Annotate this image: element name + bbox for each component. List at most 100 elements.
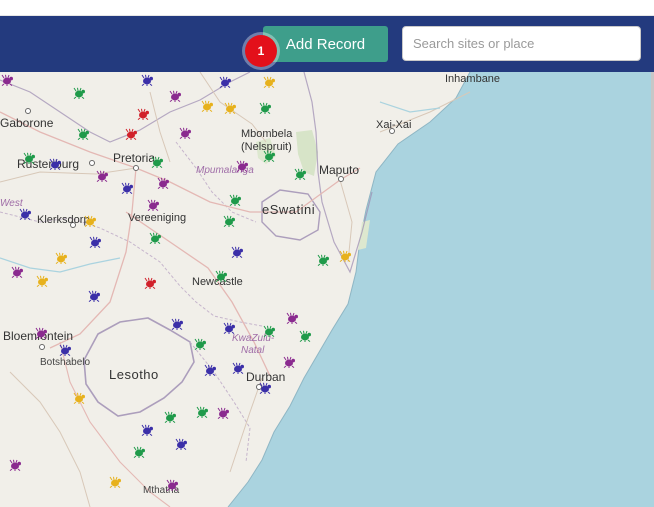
insect-icon[interactable]: [262, 150, 276, 162]
insect-icon[interactable]: [156, 177, 170, 189]
insect-icon[interactable]: [165, 479, 179, 491]
map-label-inhambane: Inhambane: [445, 73, 501, 85]
insect-icon[interactable]: [231, 362, 245, 374]
insect-icon[interactable]: [258, 102, 272, 114]
insect-icon[interactable]: [223, 102, 237, 114]
insect-icon[interactable]: [230, 246, 244, 258]
insect-icon[interactable]: [87, 290, 101, 302]
insect-marker-svg: [179, 127, 191, 139]
insect-icon[interactable]: [83, 215, 97, 227]
insect-icon[interactable]: [338, 250, 352, 262]
city-dot-gaborone: [25, 108, 31, 114]
insect-icon[interactable]: [200, 100, 214, 112]
insect-icon[interactable]: [293, 168, 307, 180]
insect-marker-svg: [121, 182, 133, 194]
insect-icon[interactable]: [178, 127, 192, 139]
insect-icon[interactable]: [262, 325, 276, 337]
insect-icon[interactable]: [193, 338, 207, 350]
insect-marker-svg: [59, 344, 71, 356]
insect-icon[interactable]: [218, 76, 232, 88]
insect-marker-svg: [294, 168, 306, 180]
notification-badge[interactable]: 1: [245, 35, 277, 67]
insect-icon[interactable]: [222, 215, 236, 227]
insect-marker-svg: [151, 156, 163, 168]
insect-icon[interactable]: [88, 236, 102, 248]
insect-icon[interactable]: [72, 87, 86, 99]
insect-icon[interactable]: [0, 74, 14, 86]
insect-icon[interactable]: [34, 327, 48, 339]
insect-marker-svg: [217, 407, 229, 419]
insect-marker-svg: [147, 199, 159, 211]
insect-icon[interactable]: [228, 194, 242, 206]
insect-icon[interactable]: [35, 275, 49, 287]
insect-icon[interactable]: [214, 270, 228, 282]
map-label-xai-xai: Xai-Xai: [376, 119, 412, 131]
insect-icon[interactable]: [124, 128, 138, 140]
insect-marker-svg: [36, 275, 48, 287]
insect-marker-svg: [224, 102, 236, 114]
insect-icon[interactable]: [285, 312, 299, 324]
insect-icon[interactable]: [163, 411, 177, 423]
insect-icon[interactable]: [168, 90, 182, 102]
insect-icon[interactable]: [148, 232, 162, 244]
insect-marker-svg: [215, 270, 227, 282]
insect-icon[interactable]: [262, 76, 276, 88]
insect-marker-svg: [96, 170, 108, 182]
insect-marker-svg: [9, 459, 21, 471]
insect-marker-svg: [133, 446, 145, 458]
insect-icon[interactable]: [72, 392, 86, 404]
insect-icon[interactable]: [146, 199, 160, 211]
insect-icon[interactable]: [18, 208, 32, 220]
insect-icon[interactable]: [282, 356, 296, 368]
insect-icon[interactable]: [132, 446, 146, 458]
insect-icon[interactable]: [222, 322, 236, 334]
insect-marker-svg: [201, 100, 213, 112]
insect-marker-svg: [77, 128, 89, 140]
insect-marker-svg: [125, 128, 137, 140]
insect-marker-svg: [175, 438, 187, 450]
insect-icon[interactable]: [48, 158, 62, 170]
insect-marker-svg: [194, 338, 206, 350]
insect-marker-svg: [144, 277, 156, 289]
insect-marker-svg: [263, 76, 275, 88]
insect-icon[interactable]: [136, 108, 150, 120]
insect-icon[interactable]: [298, 330, 312, 342]
insect-icon[interactable]: [108, 476, 122, 488]
insect-icon[interactable]: [235, 160, 249, 172]
city-dot-bloemfontein: [39, 344, 45, 350]
insect-icon[interactable]: [54, 252, 68, 264]
map-label-botshabelo: Botshabelo: [40, 357, 91, 368]
map-label-pretoria: Pretoria: [113, 151, 156, 165]
insect-marker-svg: [171, 318, 183, 330]
insect-marker-svg: [263, 325, 275, 337]
insect-marker-svg: [317, 254, 329, 266]
map-view[interactable]: Inhambane Gaborone Xai-Xai Mbombela (Nel…: [0, 72, 654, 507]
insect-icon[interactable]: [95, 170, 109, 182]
insect-marker-svg: [109, 476, 121, 488]
insect-icon[interactable]: [170, 318, 184, 330]
insect-icon[interactable]: [203, 364, 217, 376]
insect-icon[interactable]: [76, 128, 90, 140]
insect-marker-svg: [35, 327, 47, 339]
insect-icon[interactable]: [316, 254, 330, 266]
insect-marker-svg: [23, 152, 35, 164]
insect-icon[interactable]: [174, 438, 188, 450]
insect-icon[interactable]: [258, 382, 272, 394]
insect-marker-svg: [229, 194, 241, 206]
insect-icon[interactable]: [10, 266, 24, 278]
insect-icon[interactable]: [195, 406, 209, 418]
insect-icon[interactable]: [143, 277, 157, 289]
insect-icon[interactable]: [140, 74, 154, 86]
insect-marker-svg: [164, 411, 176, 423]
insect-marker-svg: [73, 87, 85, 99]
insect-icon[interactable]: [216, 407, 230, 419]
insect-marker-svg: [223, 215, 235, 227]
insect-icon[interactable]: [22, 152, 36, 164]
add-record-button[interactable]: Add Record: [263, 26, 388, 62]
insect-icon[interactable]: [120, 182, 134, 194]
insect-icon[interactable]: [58, 344, 72, 356]
insect-icon[interactable]: [150, 156, 164, 168]
search-input[interactable]: [402, 26, 641, 61]
insect-icon[interactable]: [140, 424, 154, 436]
insect-icon[interactable]: [8, 459, 22, 471]
